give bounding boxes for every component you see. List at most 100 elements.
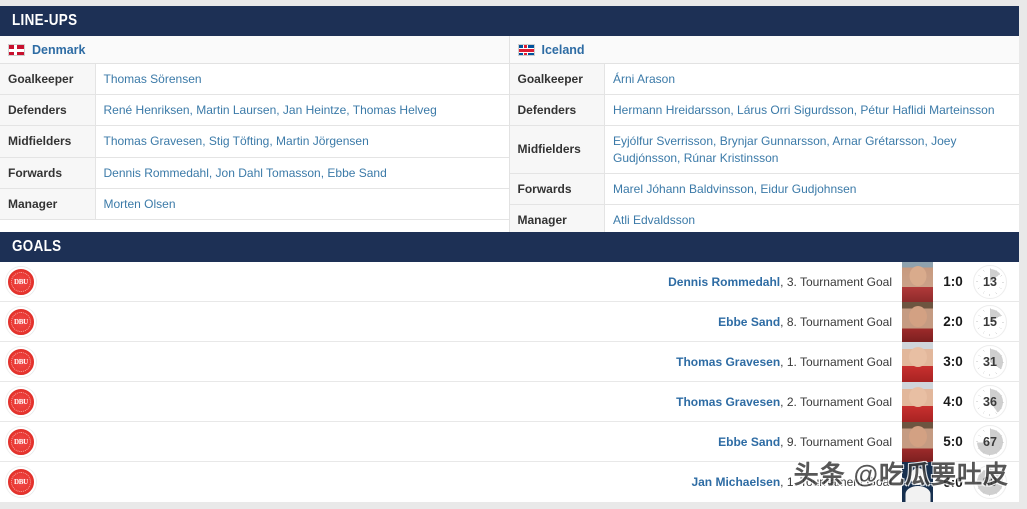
denmark-fa-crest-icon: DBU: [6, 426, 36, 457]
goal-note: , 1. Tournament Goal: [780, 354, 892, 369]
goal-note: , 3. Tournament Goal: [780, 274, 892, 289]
lineup-role-label: Manager: [509, 204, 605, 236]
goal-description: Dennis Rommedahl, 3. Tournament Goal: [36, 275, 902, 289]
match-minute-clock-icon: 36: [973, 384, 1007, 419]
lineup-players-list[interactable]: Thomas Sörensen: [95, 64, 509, 95]
photo-head: [908, 305, 927, 327]
lineup-role-label: Goalkeeper: [0, 64, 96, 95]
goal-minute: 15: [983, 314, 997, 329]
lineups-section-header: LINE-UPS: [0, 6, 1019, 36]
lineup-role-label: Defenders: [509, 94, 605, 126]
table-row: Goalkeeper Thomas Sörensen: [0, 64, 509, 95]
lineup-role-label: Forwards: [509, 173, 605, 205]
flag-denmark-icon: [8, 43, 25, 56]
photo-head: [908, 346, 927, 367]
match-minute-clock-icon: 13: [973, 264, 1007, 299]
photo-head: [908, 386, 927, 407]
goal-note: , 8. Tournament Goal: [780, 314, 892, 329]
goal-score: 3:0: [943, 354, 963, 369]
lineup-players-list[interactable]: Hermann Hreidarsson, Lárus Orri Sigurdss…: [605, 95, 1020, 126]
goal-row: DBU Jan Michaelsen, 1. Tournament Goal 6:0…: [0, 462, 1019, 502]
lineup-table: Goalkeeper Thomas Sörensen Defenders René H…: [0, 64, 509, 220]
lineup-players-list[interactable]: René Henriksen, Martin Laursen, Jan Hein…: [95, 95, 509, 126]
lineup-players-list[interactable]: Thomas Gravesen, Stig Töfting, Martin Jö…: [95, 126, 509, 157]
lineup-players-list[interactable]: Atli Edvaldsson: [605, 204, 1020, 235]
lineups-section-title: LINE-UPS: [12, 12, 78, 29]
goal-score: 1:0: [943, 274, 963, 289]
goal-note: , 9. Tournament Goal: [780, 434, 892, 449]
goal-score: 5:0: [943, 434, 963, 449]
denmark-fa-crest-icon: DBU: [6, 467, 36, 497]
goal-scorer-link[interactable]: Thomas Gravesen: [676, 355, 780, 369]
goal-description: Ebbe Sand, 8. Tournament Goal: [36, 315, 902, 329]
goal-scorer-link[interactable]: Dennis Rommedahl: [668, 275, 780, 289]
match-minute-clock-icon: 67: [973, 424, 1007, 459]
goal-description: Thomas Gravesen, 1. Tournament Goal: [36, 355, 902, 369]
goal-minute: 67: [983, 434, 997, 449]
denmark-fa-crest-icon: DBU: [6, 266, 36, 297]
denmark-fa-crest-icon: DBU: [6, 346, 36, 377]
crest-label: DBU: [14, 277, 28, 286]
lineup-column-iceland: Iceland Goalkeeper Árni Arason Defenders Her…: [509, 36, 1020, 237]
photo-head: [910, 468, 925, 485]
lineup-players-list[interactable]: Morten Olsen: [95, 188, 509, 219]
lineup-role-label: Forwards: [0, 157, 96, 189]
lineup-players-list[interactable]: Árni Arason: [605, 64, 1020, 95]
goal-description: Ebbe Sand, 9. Tournament Goal: [36, 435, 902, 449]
lineup-players-list[interactable]: Dennis Rommedahl, Jon Dahl Tomasson, Ebb…: [95, 157, 509, 188]
lineups-body: Denmark Goalkeeper Thomas Sörensen Defender…: [0, 36, 1020, 237]
goal-scorer-link[interactable]: Ebbe Sand: [718, 315, 780, 329]
table-row: Goalkeeper Árni Arason: [509, 64, 1020, 95]
goal-scorer-photo: [902, 462, 933, 502]
goal-score: 4:0: [943, 394, 963, 409]
match-minute-clock-icon: 90: [973, 465, 1007, 499]
goal-scorer-photo: [902, 421, 933, 462]
goal-scorer-photo: [902, 341, 933, 382]
table-row: Defenders René Henriksen, Martin Laursen,…: [0, 94, 509, 126]
goal-scorer-link[interactable]: Ebbe Sand: [718, 435, 780, 449]
match-minute-clock-icon: 31: [973, 344, 1007, 379]
goal-scorer-photo: [902, 381, 933, 422]
lineup-players-list[interactable]: Marel Jóhann Baldvinsson, Eidur Gudjohns…: [605, 173, 1020, 204]
table-row: Midfielders Thomas Gravesen, Stig Töfting…: [0, 125, 509, 158]
goal-scorer-link[interactable]: Thomas Gravesen: [676, 395, 780, 409]
goal-description: Thomas Gravesen, 2. Tournament Goal: [36, 395, 902, 409]
table-row: Forwards Dennis Rommedahl, Jon Dahl Tomas…: [0, 157, 509, 189]
match-report-page: LINE-UPS Denmark Goalkeeper Thomas Sörense…: [0, 0, 1027, 509]
goal-minute: 13: [983, 274, 997, 289]
crest-label: DBU: [14, 357, 28, 366]
table-row: Forwards Marel Jóhann Baldvinsson, Eidur …: [509, 173, 1020, 205]
lineup-role-label: Defenders: [0, 94, 96, 126]
photo-head: [908, 425, 927, 447]
goals-list: DBU Dennis Rommedahl, 3. Tournament Goal 1…: [0, 261, 1019, 502]
goal-minute: 31: [983, 354, 997, 369]
goals-section-title: GOALS: [12, 238, 62, 255]
lineup-players-list[interactable]: Eyjólfur Sverrisson, Brynjar Gunnarsson,…: [605, 126, 1020, 173]
table-row: Manager Atli Edvaldsson: [509, 204, 1020, 236]
team-header-denmark: Denmark: [0, 36, 509, 64]
goal-scorer-link[interactable]: Jan Michaelsen: [691, 475, 780, 489]
lineup-role-label: Midfielders: [509, 125, 605, 174]
table-row: Midfielders Eyjólfur Sverrisson, Brynjar …: [509, 125, 1020, 174]
team-name-link[interactable]: Iceland: [542, 43, 585, 57]
goal-scorer-photo: [902, 261, 933, 302]
goal-row: DBU Thomas Gravesen, 1. Tournament Goal 3:…: [0, 341, 1019, 382]
goal-row: DBU Ebbe Sand, 9. Tournament Goal 5:0 67: [0, 421, 1019, 462]
goal-scorer-photo: [902, 301, 933, 342]
lineup-column-denmark: Denmark Goalkeeper Thomas Sörensen Defender…: [0, 36, 510, 237]
team-header-iceland: Iceland: [509, 36, 1019, 64]
lineup-role-label: Goalkeeper: [509, 64, 605, 95]
flag-iceland-icon: [517, 43, 535, 56]
crest-label: DBU: [14, 397, 28, 406]
crest-label: DBU: [14, 437, 28, 446]
goal-minute: 36: [983, 394, 997, 409]
goal-description: Jan Michaelsen, 1. Tournament Goal: [36, 475, 902, 489]
lineups-section: LINE-UPS Denmark Goalkeeper Thomas Sörense…: [0, 6, 1020, 237]
goal-score: 2:0: [943, 314, 963, 329]
team-name-link[interactable]: Denmark: [32, 43, 86, 57]
match-minute-clock-icon: 15: [973, 304, 1007, 339]
photo-body: [905, 486, 930, 502]
lineup-role-label: Midfielders: [0, 125, 96, 158]
goal-note: , 1. Tournament Goal: [780, 475, 892, 489]
goal-note: , 2. Tournament Goal: [780, 394, 892, 409]
